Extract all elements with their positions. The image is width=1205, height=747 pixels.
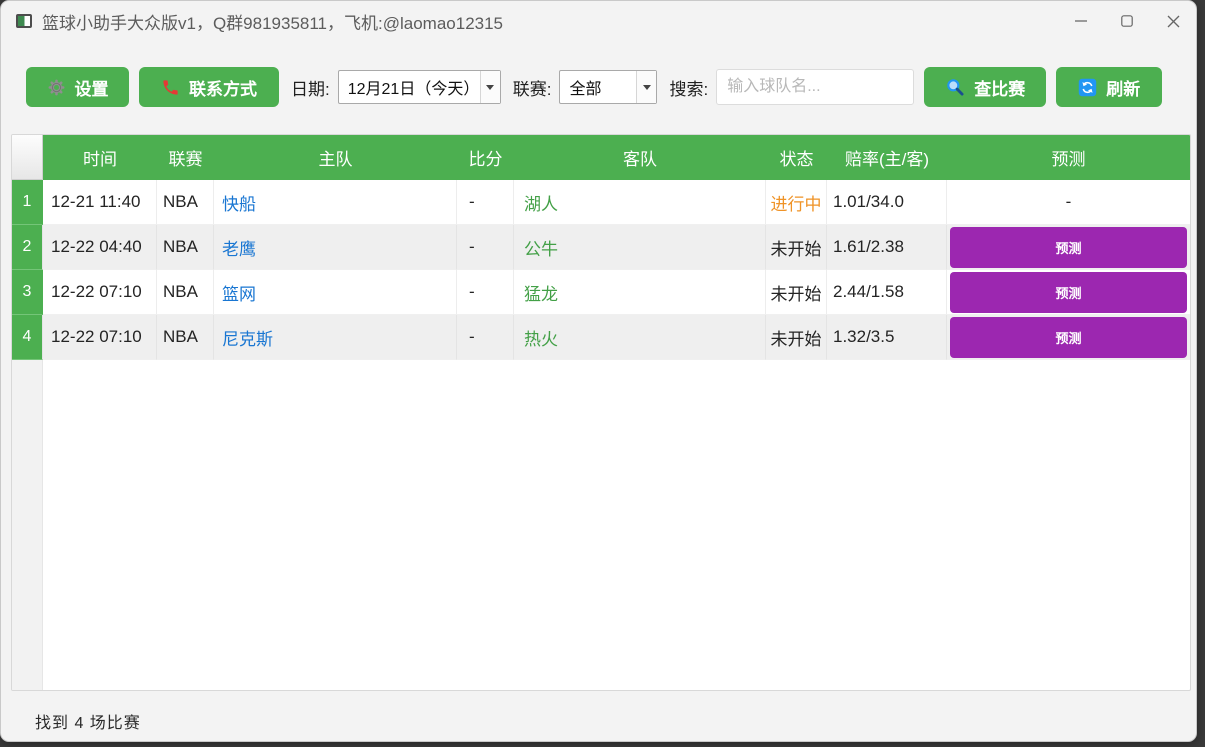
- cell-away-team: 热火: [514, 315, 766, 360]
- minimize-icon: [1075, 20, 1087, 22]
- settings-label: 设置: [74, 79, 109, 99]
- cell-home-team: 老鹰: [214, 225, 457, 270]
- cell-odds: 1.61/2.38: [827, 225, 947, 270]
- cell-prediction: -: [947, 180, 1190, 225]
- column-header: 主队: [214, 135, 457, 180]
- cell-league: NBA: [157, 315, 214, 360]
- window-title: 篮球小助手大众版v1，Q群981935811，飞机:@laomao12315: [42, 13, 504, 33]
- prediction-placeholder: -: [1065, 192, 1072, 211]
- column-header: 赔率(主/客): [827, 135, 947, 180]
- find-matches-button[interactable]: 查比赛: [924, 67, 1047, 107]
- cell-prediction: 预测: [947, 315, 1190, 360]
- cell-home-team: 快船: [214, 180, 457, 225]
- row-number: 3: [12, 270, 43, 315]
- cell-away-team: 湖人: [514, 180, 766, 225]
- window-controls: [1058, 1, 1196, 41]
- find-matches-label: 查比赛: [974, 79, 1026, 99]
- cell-status: 进行中: [766, 180, 827, 225]
- status-bar: 找到 4 场比赛: [1, 698, 1196, 741]
- cell-home-team: 篮网: [214, 270, 457, 315]
- app-icon: [16, 14, 32, 28]
- column-header: 比分: [457, 135, 514, 180]
- cell-odds: 2.44/1.58: [827, 270, 947, 315]
- search-input[interactable]: [716, 69, 915, 105]
- minimize-button[interactable]: [1058, 1, 1104, 41]
- contact-label: 联系方式: [189, 79, 257, 99]
- toolbar: 设置 联系方式 日期: 12月21日（今天） 联赛: 全部 搜索: 查比赛: [1, 63, 1196, 111]
- cell-time: 12-22 07:10: [43, 270, 157, 315]
- column-header: 预测: [947, 135, 1190, 180]
- cell-status: 未开始: [766, 225, 827, 270]
- cell-time: 12-21 11:40: [43, 180, 157, 225]
- chevron-down-icon[interactable]: [479, 71, 500, 103]
- settings-button[interactable]: 设置: [26, 67, 129, 107]
- predict-button[interactable]: 预测: [950, 316, 1187, 358]
- cell-score: -: [457, 225, 514, 270]
- gear-icon: [48, 79, 64, 95]
- maximize-icon: [1121, 15, 1133, 27]
- predict-button[interactable]: 预测: [950, 226, 1187, 268]
- cell-score: -: [457, 270, 514, 315]
- maximize-button[interactable]: [1104, 1, 1150, 41]
- cell-league: NBA: [157, 225, 214, 270]
- refresh-label: 刷新: [1106, 79, 1141, 99]
- cell-time: 12-22 04:40: [43, 225, 157, 270]
- refresh-icon: [1078, 78, 1097, 96]
- cell-status: 未开始: [766, 270, 827, 315]
- cell-time: 12-22 07:10: [43, 315, 157, 360]
- league-label: 联赛:: [512, 79, 552, 99]
- matches-table: 时间 联赛 主队 比分 客队 状态 赔率(主/客) 预测 1 12-21 11:40 NBA …: [11, 134, 1191, 691]
- cell-odds: 1.32/3.5: [827, 315, 947, 360]
- table-corner-cell: [12, 135, 43, 180]
- phone-icon: [163, 79, 178, 95]
- row-number: 4: [12, 315, 43, 360]
- row-number: 2: [12, 225, 43, 270]
- chevron-down-icon[interactable]: [636, 71, 657, 103]
- search-icon: [947, 79, 964, 96]
- column-header: 联赛: [157, 135, 214, 180]
- cell-away-team: 公牛: [514, 225, 766, 270]
- row-header-filler: [12, 360, 43, 690]
- cell-away-team: 猛龙: [514, 270, 766, 315]
- cell-prediction: 预测: [947, 225, 1190, 270]
- refresh-button[interactable]: 刷新: [1056, 67, 1163, 107]
- date-label: 日期:: [291, 79, 330, 99]
- predict-button[interactable]: 预测: [950, 271, 1187, 313]
- cell-status: 未开始: [766, 315, 827, 360]
- cell-odds: 1.01/34.0: [827, 180, 947, 225]
- matches-grid: 时间 联赛 主队 比分 客队 状态 赔率(主/客) 预测 1 12-21 11:40 NBA …: [12, 135, 1190, 360]
- match-count-text: 找到 4 场比赛: [35, 714, 141, 732]
- cell-home-team: 尼克斯: [214, 315, 457, 360]
- league-dropdown-value: 全部: [569, 81, 602, 98]
- column-header: 状态: [766, 135, 827, 180]
- row-number: 1: [12, 180, 43, 225]
- league-dropdown[interactable]: 全部: [559, 70, 658, 104]
- date-dropdown[interactable]: 12月21日（今天）: [337, 70, 501, 104]
- cell-league: NBA: [157, 270, 214, 315]
- contact-button[interactable]: 联系方式: [139, 67, 279, 107]
- cell-score: -: [457, 180, 514, 225]
- cell-prediction: 预测: [947, 270, 1190, 315]
- search-label: 搜索:: [669, 79, 709, 99]
- app-window: 篮球小助手大众版v1，Q群981935811，飞机:@laomao12315 设…: [0, 0, 1197, 742]
- title-bar: 篮球小助手大众版v1，Q群981935811，飞机:@laomao12315: [1, 1, 1196, 41]
- cell-score: -: [457, 315, 514, 360]
- date-dropdown-value: 12月21日（今天）: [347, 81, 480, 98]
- cell-league: NBA: [157, 180, 214, 225]
- column-header: 时间: [43, 135, 157, 180]
- column-header: 客队: [514, 135, 766, 180]
- close-button[interactable]: [1150, 1, 1196, 41]
- close-icon: [1167, 15, 1179, 27]
